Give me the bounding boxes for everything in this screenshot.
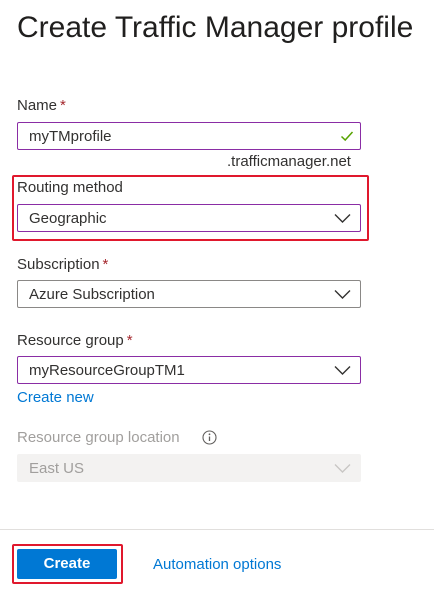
create-new-link[interactable]: Create new	[17, 388, 94, 408]
resource-group-value: myResourceGroupTM1	[29, 362, 185, 379]
resource-group-dropdown[interactable]: myResourceGroupTM1	[17, 356, 361, 384]
resource-group-location-value: East US	[29, 460, 85, 477]
footer-divider	[0, 529, 434, 530]
chevron-down-icon	[334, 464, 351, 473]
resource-group-location-label: Resource group location	[17, 429, 180, 446]
routing-method-dropdown[interactable]: Geographic	[17, 204, 361, 232]
info-icon[interactable]	[202, 430, 217, 445]
subscription-value: Azure Subscription	[29, 286, 155, 303]
chevron-down-icon	[334, 214, 351, 223]
chevron-down-icon	[334, 366, 351, 375]
name-input[interactable]: myTMprofile	[17, 122, 361, 150]
subscription-dropdown[interactable]: Azure Subscription	[17, 280, 361, 308]
name-input-value: myTMprofile	[29, 128, 112, 145]
chevron-down-icon	[334, 290, 351, 299]
resource-group-location-dropdown: East US	[17, 454, 361, 482]
subscription-label: Subscription *	[17, 255, 108, 275]
create-button[interactable]: Create	[17, 549, 117, 579]
automation-options-link[interactable]: Automation options	[153, 555, 281, 575]
resource-group-label-text: Resource group	[17, 332, 124, 349]
checkmark-icon	[340, 131, 354, 142]
routing-method-label: Routing method	[17, 179, 123, 196]
create-profile-blade: Create Traffic Manager profile Name * myT…	[0, 0, 434, 589]
subscription-label-text: Subscription	[17, 256, 100, 273]
name-label-text: Name	[17, 97, 58, 114]
resource-group-label: Resource group *	[17, 331, 133, 351]
name-label: Name *	[17, 96, 66, 116]
required-mark: *	[102, 256, 109, 273]
required-mark: *	[60, 97, 66, 114]
routing-method-value: Geographic	[29, 210, 107, 227]
page-title: Create Traffic Manager profile	[17, 11, 414, 44]
domain-suffix: .trafficmanager.net	[227, 153, 351, 170]
required-mark: *	[126, 332, 133, 349]
